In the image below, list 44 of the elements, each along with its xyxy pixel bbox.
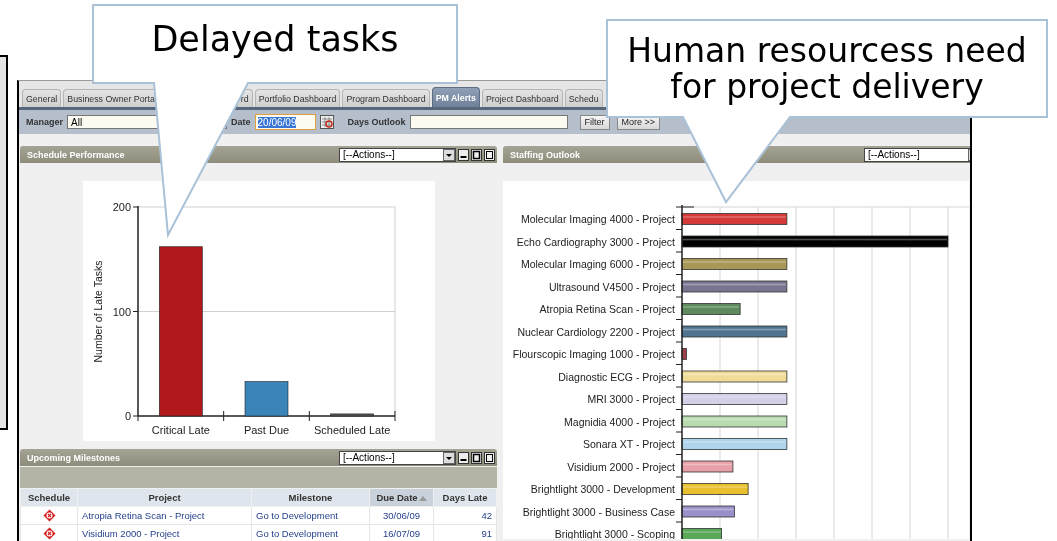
panel-title: Upcoming Milestones: [27, 452, 120, 463]
actions-dropdown[interactable]: [--Actions--]: [339, 450, 456, 465]
project-label: Visidium 2000 - Project: [567, 460, 675, 473]
column-header[interactable]: Due Date: [369, 488, 434, 507]
callout-text: Human resourcess need for project delivery: [626, 29, 1028, 108]
project-label: Ultrasound V4500 - Project: [548, 280, 675, 293]
column-header[interactable]: Milestone: [251, 488, 370, 507]
project-label: Echo Cardiography 3000 - Project: [516, 235, 675, 248]
tab[interactable]: Schedu: [564, 89, 603, 107]
tick-label: 200: [112, 201, 131, 213]
panel-title: Staffing Outlook: [510, 149, 580, 160]
column-header[interactable]: Schedule: [20, 488, 78, 507]
project-label: Sonara XT - Project: [583, 438, 675, 450]
project-label: Magnidia 4000 - Project: [564, 415, 675, 428]
filter-button[interactable]: Filter: [579, 114, 610, 130]
project-label: Brightlight 3000 - Business Case: [522, 505, 675, 518]
field-label: Manager: [26, 117, 63, 127]
tab[interactable]: Project Dashboard: [481, 89, 563, 107]
category-label: Past Due: [243, 424, 290, 436]
callout-text: Delayed tasks: [150, 18, 400, 62]
date-field[interactable]: 20/06/09: [254, 114, 316, 130]
category-label: Scheduled Late: [313, 424, 391, 436]
actions-dropdown[interactable]: [--Actions--]: [864, 147, 970, 162]
column-header[interactable]: Project: [77, 488, 252, 507]
category-label: Critical Late: [151, 424, 210, 436]
tick-label: 100: [112, 305, 131, 318]
project-label: MRI 3000 - Project: [587, 393, 675, 405]
actions-dropdown[interactable]: [--Actions--]: [339, 147, 456, 162]
project-label: Molecular Imaging 4000 - Project: [520, 213, 675, 225]
project-label: Brightlight 3000 - Development: [530, 483, 675, 495]
field-label: Date: [231, 117, 251, 127]
tick-label: 0: [124, 410, 131, 422]
project-label: Atropia Retina Scan - Project: [539, 303, 675, 315]
tab[interactable]: Portfolio Dashboard: [254, 89, 341, 107]
project-label: Molecular Imaging 6000 - Project: [520, 258, 675, 270]
tab[interactable]: Program Dashboard: [342, 89, 430, 107]
panel-title: Schedule Performance: [27, 149, 125, 160]
axis-title: Number of Late Tasks: [92, 260, 104, 363]
project-label: Diagnostic ECG - Project: [558, 370, 675, 383]
field-label: Days Outlook: [347, 117, 406, 127]
column-header[interactable]: Days Late: [433, 488, 497, 507]
project-label: Flourscopic Imaging 1000 - Project: [512, 348, 675, 360]
project-label: Nuclear Cardiology 2200 - Project: [517, 325, 675, 338]
tab[interactable]: General: [22, 89, 62, 107]
